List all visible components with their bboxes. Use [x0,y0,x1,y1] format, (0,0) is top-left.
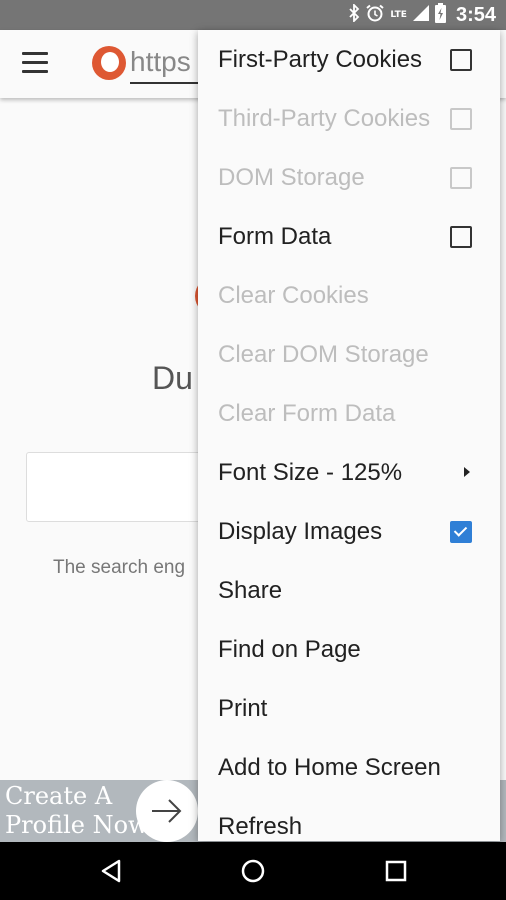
menu-item-label: First-Party Cookies [218,45,423,73]
overflow-menu: First-Party Cookies Third-Party Cookies DO… [198,30,500,841]
menu-item-label: Third-Party Cookies [218,104,431,132]
signal-icon [412,4,429,26]
menu-item-refresh[interactable]: Refresh [198,797,500,841]
bluetooth-icon [348,2,360,26]
menu-item-first-party-cookies[interactable]: First-Party Cookies [198,30,500,89]
menu-item-label: Clear Cookies [218,281,369,309]
menu-item-label: Print [218,694,268,722]
submenu-arrow-icon [464,467,470,477]
page-tagline: The search eng [53,557,186,578]
checkbox-unchecked [450,108,472,130]
menu-item-label: Add to Home Screen [218,753,441,781]
checkbox-unchecked[interactable] [450,49,472,71]
battery-icon [434,3,446,27]
menu-item-label: Share [218,576,283,604]
menu-item-clear-cookies: Clear Cookies [198,266,500,325]
status-icons: LTE 3:54 [348,0,496,30]
menu-item-label: Font Size - 125% [218,458,403,486]
menu-item-clear-dom-storage: Clear DOM Storage [198,325,500,384]
menu-item-font-size-125[interactable]: Font Size - 125% [198,443,500,502]
status-bar: LTE 3:54 [0,0,506,30]
menu-item-form-data[interactable]: Form Data [198,207,500,266]
menu-item-find-on-page[interactable]: Find on Page [198,620,500,679]
status-time: 3:54 [455,3,496,26]
checkbox-unchecked [450,167,472,189]
arrow-right-icon [152,799,182,823]
ad-text[interactable]: Create A Profile Now [5,782,149,840]
ad-line-1: Create A [5,782,113,810]
menu-item-share[interactable]: Share [198,561,500,620]
alarm-icon [366,4,385,26]
page-title: Du [152,360,193,396]
system-navigation-bar [0,842,506,900]
menu-item-label: Clear DOM Storage [218,340,429,368]
menu-item-clear-form-data: Clear Form Data [198,384,500,443]
menu-item-add-to-home-screen[interactable]: Add to Home Screen [198,738,500,797]
checkbox-checked[interactable] [450,521,472,543]
network-type-label: LTE [390,9,407,20]
menu-item-label: DOM Storage [218,163,365,191]
menu-item-label: Find on Page [218,635,361,663]
duckduckgo-logo-icon [92,46,126,80]
menu-item-label: Clear Form Data [218,399,396,427]
home-nav-icon[interactable] [238,856,268,886]
checkbox-unchecked[interactable] [450,226,472,248]
back-nav-icon[interactable] [97,856,127,886]
ad-arrow-button[interactable] [136,780,198,842]
menu-item-label: Display Images [218,517,383,545]
menu-item-label: Refresh [218,812,303,840]
menu-item-third-party-cookies: Third-Party Cookies [198,89,500,148]
menu-drawer-icon[interactable] [22,52,48,74]
ad-line-2: Profile Now [5,811,149,839]
menu-item-label: Form Data [218,222,332,250]
recents-nav-icon[interactable] [381,856,411,886]
menu-item-display-images[interactable]: Display Images [198,502,500,561]
menu-item-dom-storage: DOM Storage [198,148,500,207]
menu-item-print[interactable]: Print [198,679,500,738]
